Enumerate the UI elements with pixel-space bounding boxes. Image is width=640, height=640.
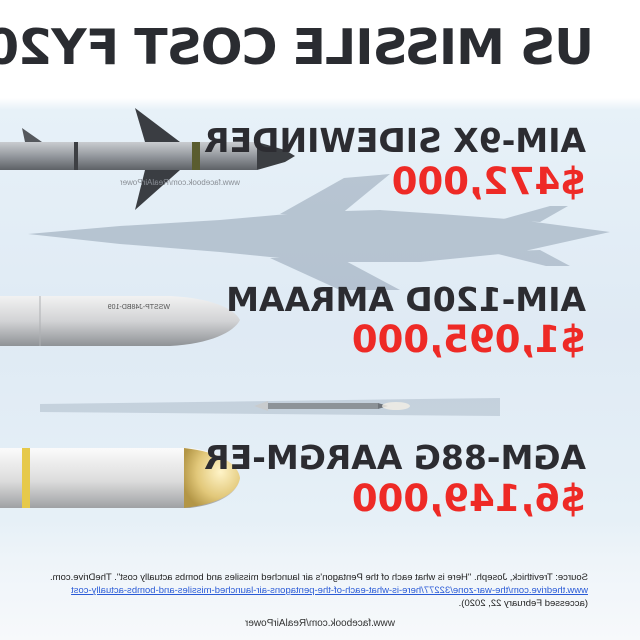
- footer-credit: www.facebook.com/RealAirPower: [244, 618, 396, 629]
- missile-price-agm-88g: $6,149,000: [351, 477, 586, 520]
- missile-name-aim-9x: AIM-9X SIDEWINDER: [204, 121, 586, 160]
- missile-price-aim-120d: $1,095,000: [351, 318, 586, 361]
- missile-name-agm-88g: AGM-88G AARGM-ER: [204, 438, 586, 477]
- source-citation: Source: Trevithick, Joseph. "Here is wha…: [48, 571, 588, 610]
- infographic: US MISSILE COST FY2021: [0, 0, 640, 640]
- source-link[interactable]: www.thedrive.com/the-war-zone/32277/here…: [71, 585, 588, 596]
- source-prefix: Source: Trevithick, Joseph. "Here is wha…: [49, 572, 588, 583]
- missile-price-aim-9x: $472,000: [391, 160, 586, 203]
- missile-name-aim-120d: AIM-120D AMRAAM: [226, 280, 586, 319]
- source-suffix: (accessed February 22, 2020).: [458, 598, 588, 609]
- mirrored-canvas: US MISSILE COST FY2021: [0, 0, 640, 640]
